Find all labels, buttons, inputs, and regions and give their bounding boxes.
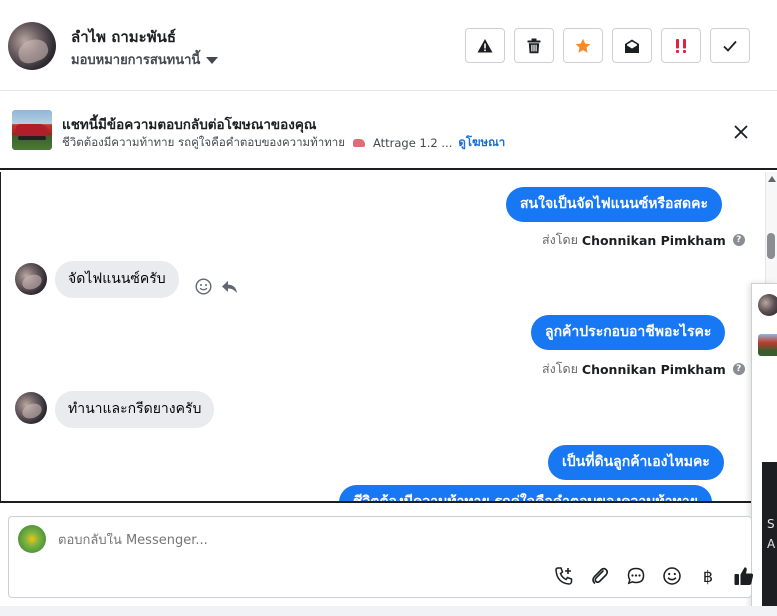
scroll-thumb[interactable] <box>767 233 775 259</box>
help-icon[interactable]: ? <box>732 363 745 375</box>
sender-name: Chonnikan Pimkham <box>581 232 726 248</box>
contact-avatar[interactable] <box>8 22 56 70</box>
emoji-button[interactable] <box>660 564 684 588</box>
message-outgoing[interactable]: ชีวิตต้องมีความท้าทาย รถคู่ใจคือคำตอบของ… <box>339 485 712 501</box>
close-icon <box>734 125 748 139</box>
message-outgoing[interactable]: ลูกค้าประกอบอาชีพอะไรคะ <box>531 315 726 350</box>
view-ad-link[interactable]: ดูโฆษณา <box>458 134 505 152</box>
message-outgoing[interactable]: สนใจเป็นจัดไฟแนนซ์หรือสดคะ <box>506 187 722 222</box>
side-panel-text: S <box>767 517 775 531</box>
star-button[interactable] <box>563 28 603 63</box>
car-icon <box>352 139 365 147</box>
warning-icon <box>477 38 493 52</box>
payment-button[interactable]: ฿ <box>696 564 720 588</box>
delete-button[interactable] <box>514 28 554 63</box>
footer-strip <box>0 606 777 616</box>
caret-down-icon <box>206 56 219 64</box>
attachment-icon <box>592 567 609 584</box>
emoji-react-icon[interactable] <box>195 278 212 295</box>
call-button[interactable] <box>552 564 576 588</box>
saved-replies-icon <box>627 567 645 585</box>
mark-unread-button[interactable] <box>612 28 652 63</box>
saved-replies-button[interactable] <box>624 564 648 588</box>
message-thread[interactable]: สนใจเป็นจัดไฟแนนซ์หรือสดคะ ส่งโดย Chonni… <box>0 172 777 503</box>
trash-icon <box>527 38 541 53</box>
conversation-actions <box>465 28 750 63</box>
page-avatar <box>18 525 46 553</box>
emoji-icon <box>663 567 681 585</box>
assign-conversation-dropdown[interactable]: มอบหมายการสนทนานี้ <box>71 49 219 70</box>
sent-by-prefix: ส่งโดย <box>542 361 578 376</box>
contact-name[interactable]: ลำไพ ถามะพันธ์ <box>71 25 176 49</box>
ad-banner-title: แชทนี้มีข้อความตอบกลับต่อโฆษณาของคุณ <box>62 117 317 133</box>
composer-tools: ฿ <box>552 564 756 588</box>
mark-done-button[interactable] <box>710 28 750 63</box>
important-icon <box>676 38 686 53</box>
message-tools <box>195 278 238 295</box>
contact-avatar-small <box>15 392 47 424</box>
reply-icon[interactable] <box>221 280 238 294</box>
sender-name: Chonnikan Pimkham <box>581 361 726 377</box>
help-icon[interactable]: ? <box>732 234 745 246</box>
ad-banner-subtitle: ชีวิตต้องมีความท้าทาย รถคู่ใจคือคำตอบของ… <box>62 134 505 152</box>
scroll-up-arrow-icon[interactable] <box>768 176 776 182</box>
close-banner-button[interactable] <box>731 122 751 142</box>
envelope-open-icon <box>625 39 639 53</box>
message-outgoing[interactable]: เป็นที่ดินลูกค้าเองไหมคะ <box>548 445 724 480</box>
attach-button[interactable] <box>588 564 612 588</box>
message-incoming[interactable]: ทำนาและกรีดยางครับ <box>55 391 215 428</box>
sent-by-label: ส่งโดย Chonnikan Pimkham ? <box>542 359 745 379</box>
star-icon <box>575 38 591 53</box>
check-icon <box>723 40 737 52</box>
mark-important-button[interactable] <box>661 28 701 63</box>
contact-avatar-small <box>15 263 47 295</box>
reply-input[interactable] <box>58 533 658 548</box>
ad-subtitle-text: ชีวิตต้องมีความท้าทาย รถคู่ใจคือคำตอบของ… <box>62 135 345 149</box>
conversation-header: ลำไพ ถามะพันธ์ มอบหมายการสนทนานี้ <box>0 0 777 91</box>
baht-icon: ฿ <box>702 566 714 586</box>
side-panel-avatar[interactable] <box>758 294 777 316</box>
side-panel-ad-thumbnail[interactable] <box>758 334 777 356</box>
assign-label: มอบหมายการสนทนานี้ <box>71 53 201 68</box>
sent-by-label: ส่งโดย Chonnikan Pimkham ? <box>542 230 745 250</box>
call-add-icon <box>555 567 573 585</box>
mark-spam-button[interactable] <box>465 28 505 63</box>
ad-thumbnail[interactable] <box>12 110 52 150</box>
reply-composer: ฿ <box>8 516 754 598</box>
side-panel-text: A <box>767 537 776 551</box>
sent-by-prefix: ส่งโดย <box>542 232 578 247</box>
ad-car-model: Attrage 1.2 ... <box>372 136 453 150</box>
like-button[interactable] <box>732 564 756 588</box>
message-incoming[interactable]: จัดไฟแนนซ์ครับ <box>55 261 179 298</box>
like-icon <box>734 567 754 585</box>
